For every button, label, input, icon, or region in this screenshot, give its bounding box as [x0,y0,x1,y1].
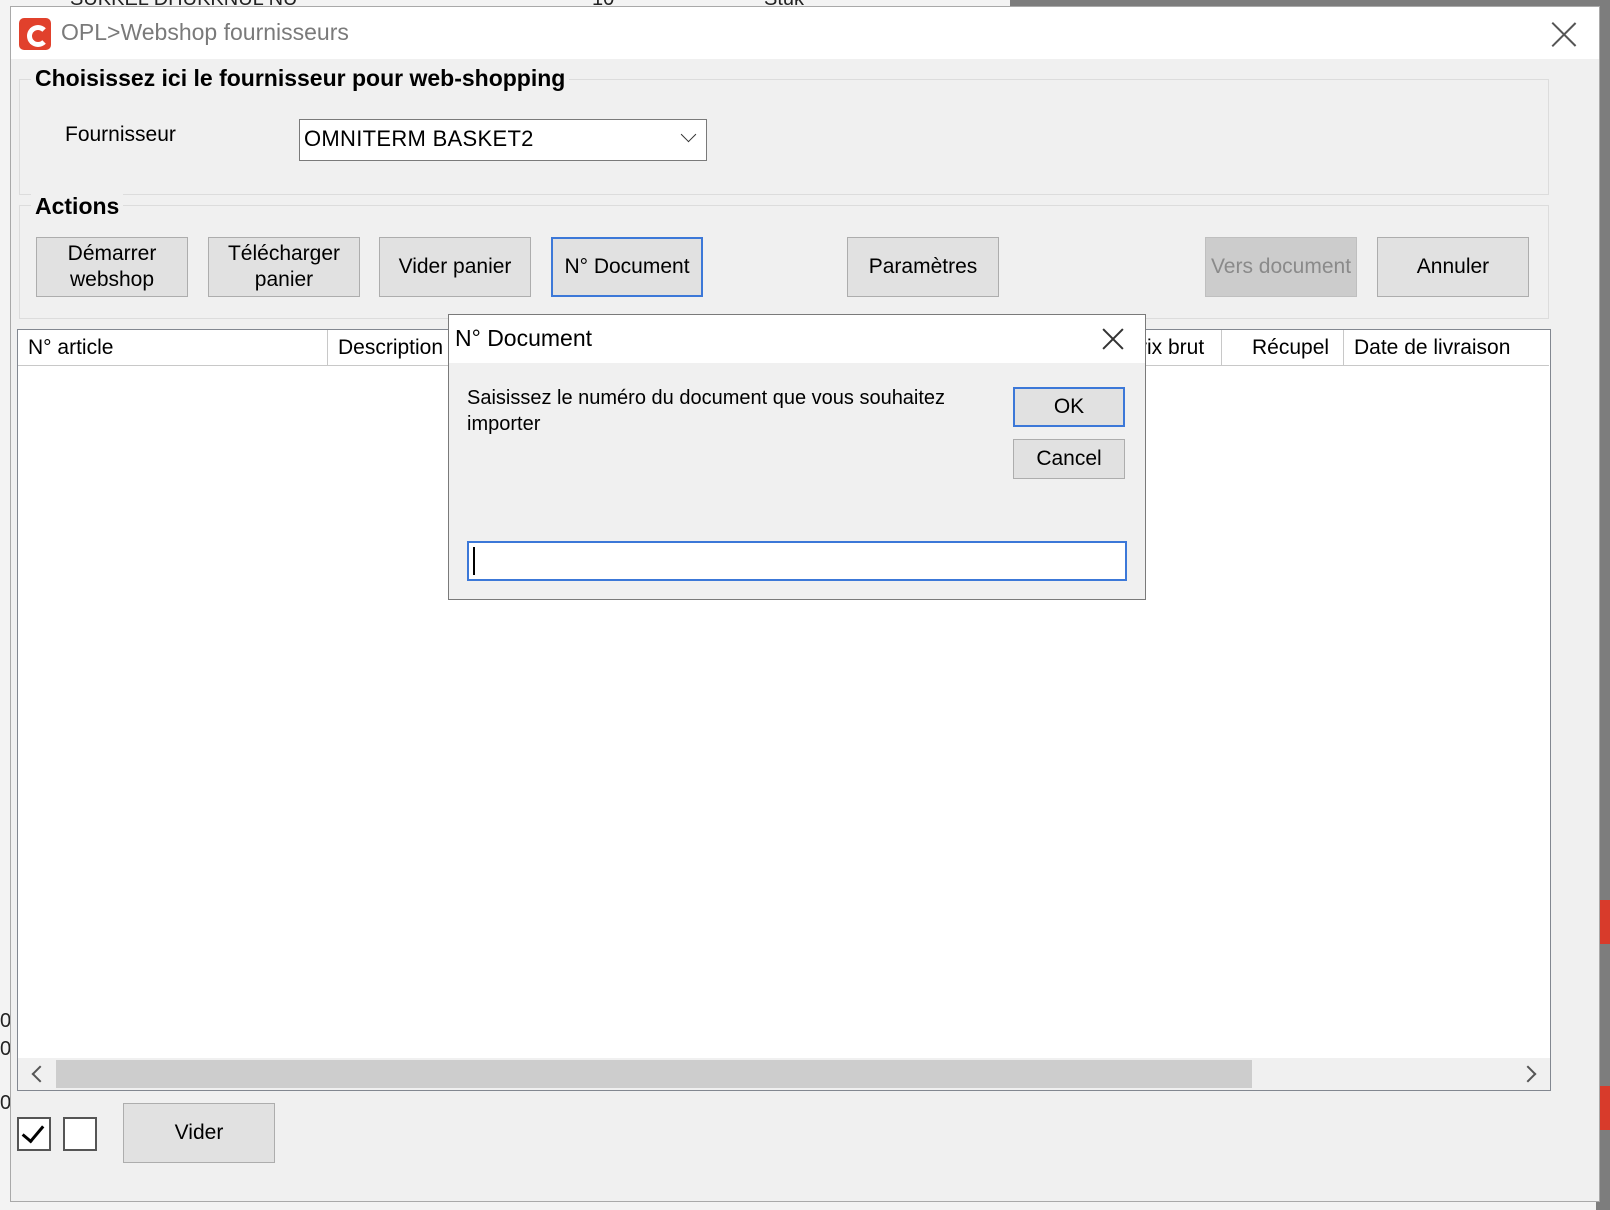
horizontal-scrollbar[interactable] [18,1058,1550,1090]
scroll-right-icon[interactable] [1519,1065,1537,1083]
deselect-checkbox[interactable] [63,1117,97,1151]
window-title: OPL>Webshop fournisseurs [61,19,349,45]
select-all-checkbox[interactable] [17,1117,51,1151]
dialog-title: N° Document [455,325,593,351]
supplier-group-legend: Choisissez ici le fournisseur pour web-s… [31,65,570,92]
to-document-button[interactable]: Vers document [1205,237,1357,297]
download-basket-button[interactable]: Télécharger panier [208,237,360,297]
scroll-left-icon[interactable] [31,1065,49,1083]
app-logo-icon [19,18,51,50]
dialog-prompt: Saisissez le numéro du document que vous… [467,387,946,435]
column-header[interactable]: N° article [18,330,328,366]
column-header[interactable]: Date de livraison [1344,330,1549,366]
supplier-label: Fournisseur [65,123,176,146]
chevron-down-icon[interactable] [680,126,697,143]
document-number-button[interactable]: N° Document [551,237,703,297]
column-header[interactable]: Description [328,330,450,366]
supplier-dropdown-value: OMNITERM BASKET2 [304,126,534,151]
actions-group-legend: Actions [31,193,124,220]
column-header[interactable]: rix brut [1140,330,1222,366]
scrollbar-thumb[interactable] [56,1060,1252,1088]
background-red-marker [1600,1086,1610,1130]
dialog-cancel-button[interactable]: Cancel [1013,439,1125,479]
ok-button[interactable]: OK [1013,387,1125,427]
document-number-input[interactable] [467,541,1127,581]
column-header[interactable]: Récupel [1222,330,1344,366]
supplier-group [19,79,1549,195]
document-number-dialog: N° Document Saisissez le numéro du docum… [448,314,1146,600]
close-icon[interactable] [1547,17,1581,51]
webshop-window: OPL>Webshop fournisseurs Choisissez ici … [10,6,1600,1202]
empty-basket-button[interactable]: Vider panier [379,237,531,297]
text-caret [473,547,475,575]
cancel-button[interactable]: Annuler [1377,237,1529,297]
close-icon[interactable] [1099,325,1127,353]
parameters-button[interactable]: Paramètres [847,237,999,297]
clear-button[interactable]: Vider [123,1103,275,1163]
dialog-title-bar: N° Document [449,315,1145,363]
background-red-marker [1600,900,1610,944]
start-webshop-button[interactable]: Démarrer webshop [36,237,188,297]
title-bar: OPL>Webshop fournisseurs [11,7,1599,59]
supplier-dropdown[interactable]: OMNITERM BASKET2 [299,119,707,161]
checkmark-icon [21,1119,45,1144]
